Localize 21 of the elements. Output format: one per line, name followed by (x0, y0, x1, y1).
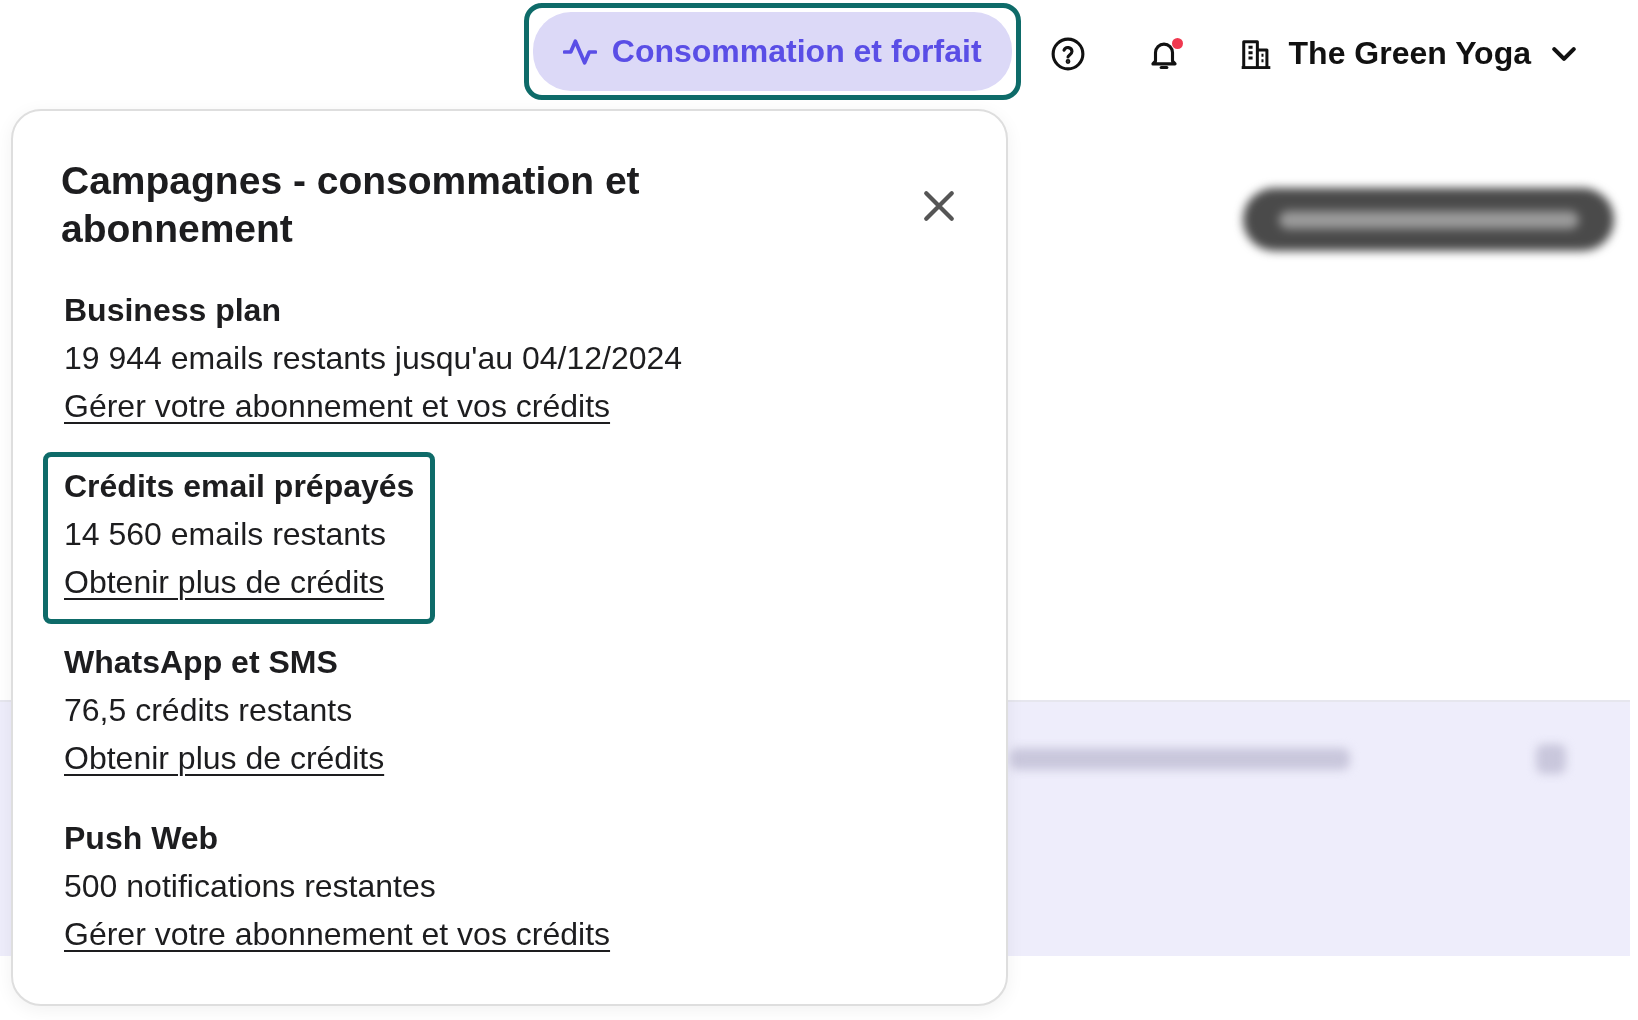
popup-title: Campagnes - consommation et abonnement (61, 158, 641, 252)
section-link[interactable]: Obtenir plus de crédits (64, 734, 385, 782)
help-button[interactable] (1050, 37, 1085, 71)
usage-plan-button[interactable]: Consommation et forfait (532, 12, 1012, 91)
section-link[interactable]: Gérer votre abonnement et vos crédits (64, 910, 611, 958)
building-icon (1240, 38, 1271, 69)
section-title: Crédits email prépayés (64, 467, 415, 506)
close-button[interactable] (922, 189, 956, 223)
section-link[interactable]: Gérer votre abonnement et vos crédits (64, 382, 611, 430)
remaining-credits-text: 14 560 emails restants (64, 515, 386, 554)
remaining-credits-text: 500 notifications restantes (64, 867, 436, 906)
section-title: Business plan (64, 291, 281, 330)
help-icon (1050, 37, 1085, 71)
section-link[interactable]: Obtenir plus de crédits (64, 558, 385, 606)
account-menu-button[interactable]: The Green Yoga (1240, 35, 1577, 72)
section-title: WhatsApp et SMS (64, 643, 338, 682)
blurred-button[interactable] (1243, 188, 1614, 251)
close-icon (922, 189, 956, 223)
remaining-credits-text: 19 944 emails restants jusqu'au 04/12/2024 (64, 339, 683, 378)
section-title: Push Web (64, 819, 219, 858)
remaining-credits-text: 76,5 crédits restants (64, 691, 353, 730)
